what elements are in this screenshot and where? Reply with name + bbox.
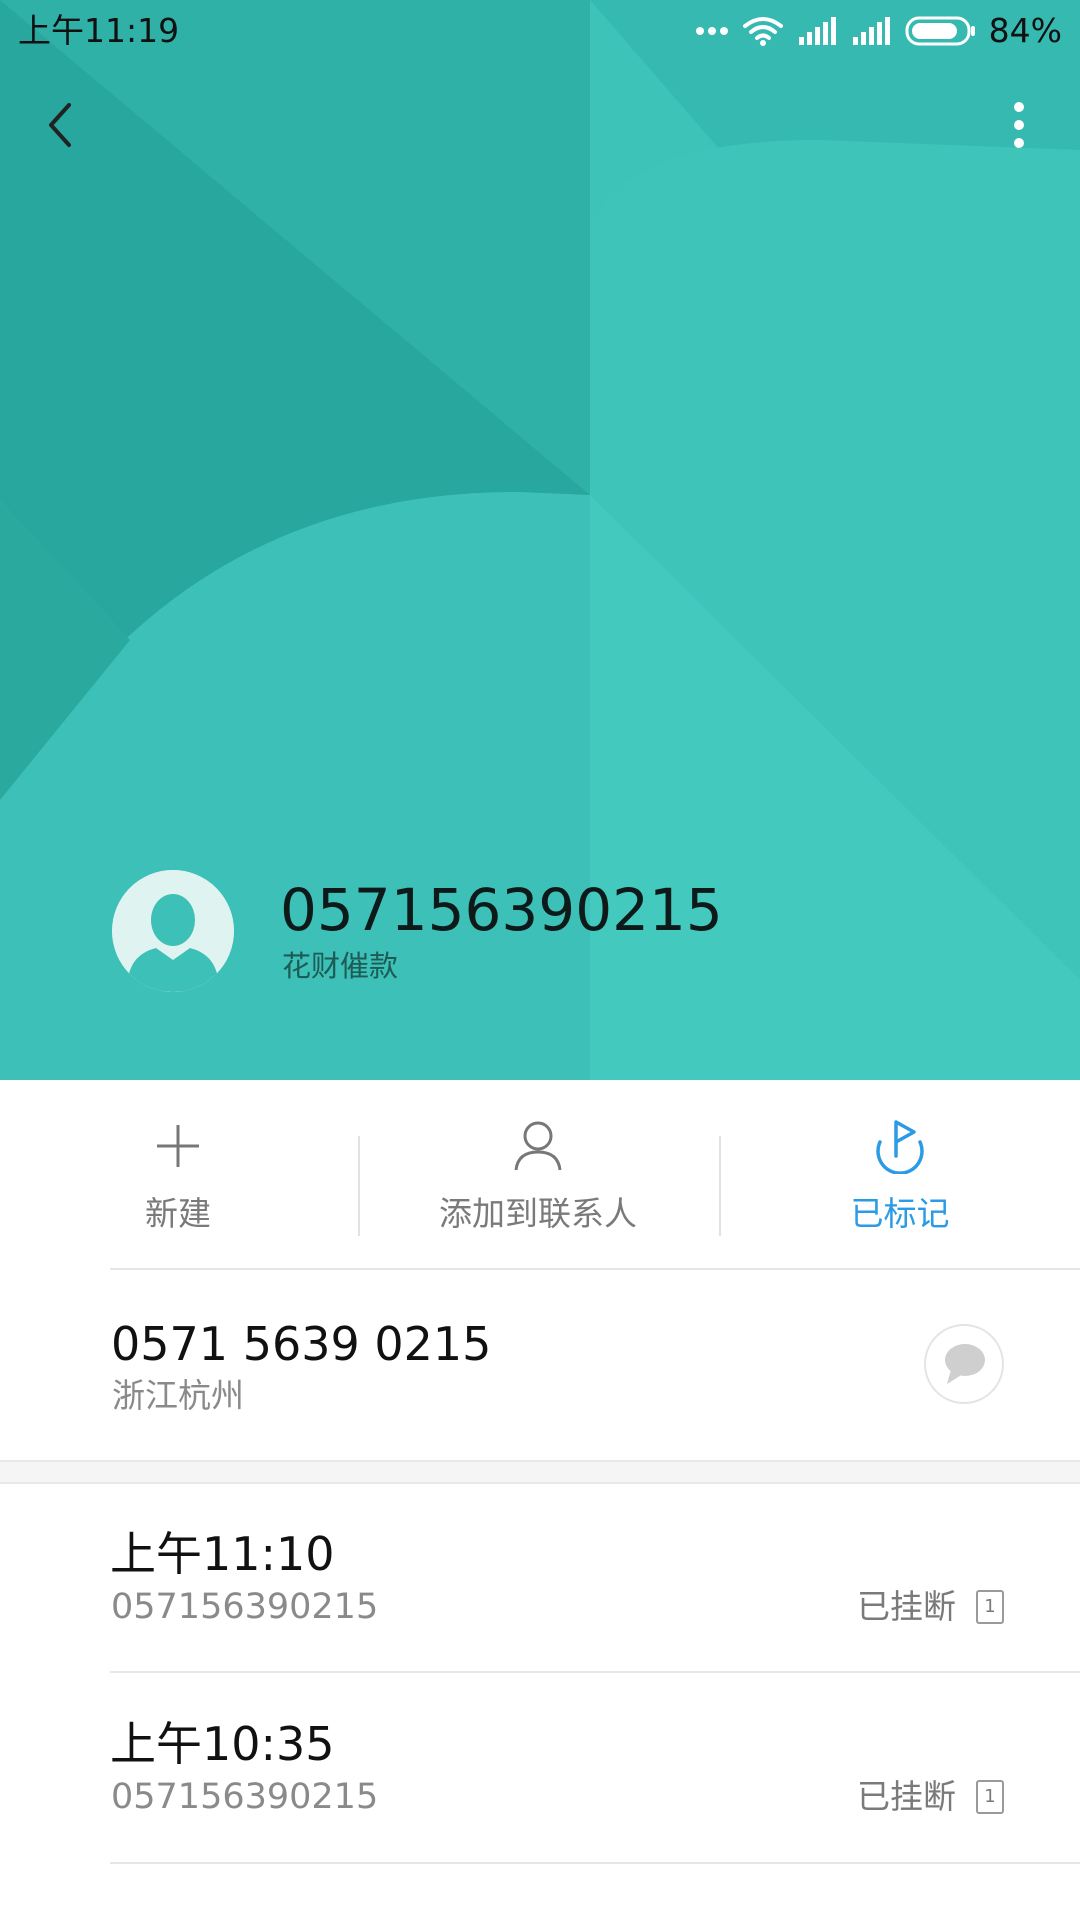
divider xyxy=(110,1671,1080,1673)
status-time: 上午11:19 xyxy=(18,11,180,50)
caller-tag: 花财催款 xyxy=(282,949,399,983)
wifi-icon xyxy=(742,16,783,46)
section-gap xyxy=(0,1460,1080,1484)
divider xyxy=(719,1136,721,1236)
send-message-button[interactable] xyxy=(924,1324,1004,1404)
avatar[interactable] xyxy=(112,870,234,992)
status-bar: 上午11:19 84% xyxy=(0,0,1080,62)
signal-icon xyxy=(797,17,837,45)
add-to-contacts-label: 添加到联系人 xyxy=(439,1194,637,1233)
add-to-contacts-button[interactable]: 添加到联系人 xyxy=(358,1080,718,1270)
marked-label: 已标记 xyxy=(850,1194,950,1233)
more-options-button[interactable] xyxy=(984,90,1054,160)
call-status: 已挂断 xyxy=(857,1777,956,1816)
call-time: 上午11:10 xyxy=(110,1527,335,1581)
chevron-left-icon xyxy=(49,103,71,147)
battery-icon xyxy=(905,16,977,46)
plus-icon xyxy=(155,1116,201,1176)
person-icon xyxy=(513,1116,563,1176)
sim-card-icon: 1 xyxy=(976,1780,1004,1814)
signal-icon xyxy=(851,17,891,45)
call-number: 057156390215 xyxy=(111,1777,379,1817)
new-contact-button[interactable]: 新建 xyxy=(58,1080,298,1270)
number-location: 浙江杭州 xyxy=(112,1376,244,1415)
battery-percent: 84% xyxy=(988,11,1062,50)
caller-number: 057156390215 xyxy=(280,876,723,944)
call-status: 已挂断 xyxy=(857,1587,956,1626)
number-info-row[interactable]: 0571 5639 0215 浙江杭州 xyxy=(0,1272,1080,1460)
call-log-item[interactable]: 上午11:10 057156390215 已挂断 1 xyxy=(0,1484,1080,1674)
sim-card-icon: 1 xyxy=(976,1590,1004,1624)
call-number: 057156390215 xyxy=(111,1587,379,1627)
action-bar: 新建 添加到联系人 已标记 xyxy=(0,1080,1080,1270)
formatted-number: 0571 5639 0215 xyxy=(111,1317,492,1371)
marked-button[interactable]: 已标记 xyxy=(780,1080,1020,1270)
more-dots-icon xyxy=(695,26,729,36)
back-button[interactable] xyxy=(26,90,96,160)
call-time: 上午10:35 xyxy=(110,1717,335,1771)
person-silhouette-icon xyxy=(112,870,234,992)
message-bubble-icon xyxy=(945,1344,985,1384)
status-icons: 84% xyxy=(681,10,1062,52)
divider xyxy=(110,1268,1080,1270)
call-log-item[interactable]: 上午10:35 057156390215 已挂断 1 xyxy=(0,1674,1080,1864)
flag-icon xyxy=(872,1116,928,1176)
more-vertical-icon xyxy=(1014,102,1024,148)
divider xyxy=(110,1862,1080,1864)
new-contact-label: 新建 xyxy=(145,1194,211,1233)
